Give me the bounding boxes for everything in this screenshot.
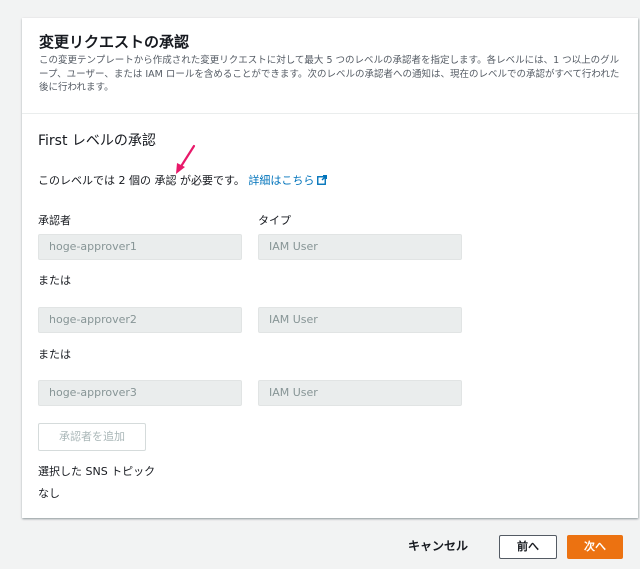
approver-column-label: 承認者	[38, 214, 71, 227]
type-field-3[interactable]: IAM User	[258, 380, 462, 406]
learn-more-link[interactable]: 詳細はこちら	[248, 174, 328, 187]
type-field-2[interactable]: IAM User	[258, 307, 462, 333]
sns-topic-label: 選択した SNS トピック	[38, 465, 156, 478]
approver-field-1[interactable]: hoge-approver1	[38, 234, 242, 260]
learn-more-label: 詳細はこちら	[248, 174, 315, 187]
page-title: 変更リクエストの承認	[39, 33, 190, 51]
approval-panel: 変更リクエストの承認 この変更テンプレートから作成された変更リクエストに対して最…	[22, 18, 638, 518]
approver-field-2[interactable]: hoge-approver2	[38, 307, 242, 333]
add-approver-button[interactable]: 承認者を追加	[38, 423, 146, 451]
or-label-2: または	[38, 348, 71, 361]
page-description: この変更テンプレートから作成された変更リクエストに対して最大 5 つのレベルの承…	[39, 55, 620, 93]
next-button[interactable]: 次へ	[567, 535, 623, 559]
panel-header: 変更リクエストの承認 この変更テンプレートから作成された変更リクエストに対して最…	[22, 18, 638, 114]
type-field-1[interactable]: IAM User	[258, 234, 462, 260]
approver-field-3[interactable]: hoge-approver3	[38, 380, 242, 406]
level-title: First レベルの承認	[38, 133, 156, 149]
previous-button[interactable]: 前へ	[499, 535, 557, 559]
or-label-1: または	[38, 274, 71, 287]
sns-topic-value: なし	[38, 487, 60, 500]
external-link-icon	[317, 175, 328, 185]
type-column-label: タイプ	[258, 214, 291, 227]
annotation-arrow-icon	[176, 144, 196, 174]
level-description: このレベルでは 2 個の 承認 が必要です。	[38, 174, 245, 187]
cancel-button[interactable]: キャンセル	[408, 538, 468, 554]
